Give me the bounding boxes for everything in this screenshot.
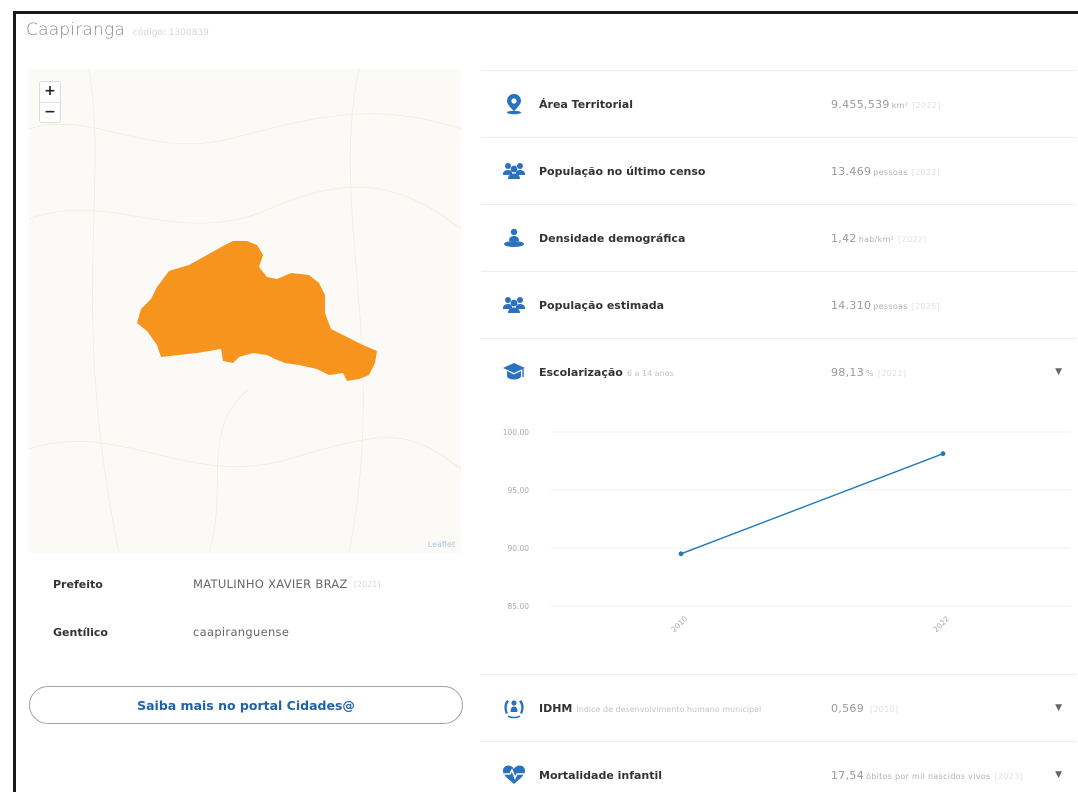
zoom-in-button[interactable]: + [40, 82, 60, 102]
value-year: [2025] [911, 301, 941, 311]
y-tick-label: 85.00 [508, 602, 530, 611]
indicator-value: 14.310 pessoas [2025] [831, 299, 940, 312]
info-label: Prefeito [53, 577, 103, 591]
indicator-escolarizacao[interactable]: Escolarização 6 a 14 anos 98,13% [2022] ▼ [481, 338, 1076, 405]
chevron-down-icon[interactable]: ▼ [1055, 770, 1062, 780]
zoom-out-button[interactable]: − [40, 102, 60, 122]
indicator-populacao-censo[interactable]: População no último censo 13.469 pessoas[… [481, 137, 1076, 204]
indicator-label: População no último censo [539, 164, 706, 178]
value-year: [2022] [877, 368, 907, 378]
info-label: Gentílico [53, 625, 108, 639]
indicator-label-text: IDHM [539, 701, 573, 715]
people-group-icon [501, 294, 527, 316]
municipality-map[interactable]: + − Leaflet [29, 69, 461, 553]
series-line [680, 453, 944, 555]
people-group-icon [501, 160, 527, 182]
value-unit: óbitos por mil nascidos vivos [866, 771, 991, 781]
y-tick-label: 100.00 [503, 428, 529, 437]
indicator-label: População estimada [539, 298, 665, 312]
chevron-down-icon[interactable]: ▼ [1055, 703, 1062, 713]
portal-cidades-button[interactable]: Saiba mais no portal Cidades@ [29, 686, 463, 724]
idhm-icon [501, 697, 527, 719]
location-pin-icon [501, 93, 527, 115]
x-tick-label: 2010 [669, 614, 689, 634]
value-unit: pessoas [873, 167, 908, 177]
value-number: 98,13 [831, 365, 864, 379]
value-year: [2023] [994, 771, 1023, 781]
value-year: [2022] [911, 167, 941, 177]
indicator-value: 98,13% [2022] [831, 366, 906, 379]
info-value: MATULINHO XAVIER BRAZ [193, 577, 348, 591]
city-code: código: 1300839 [133, 28, 209, 38]
data-point [940, 451, 946, 457]
value-unit: % [866, 368, 874, 378]
value-number: 0,569 [831, 701, 864, 715]
value-year: [2010] [870, 704, 899, 714]
indicator-value: 9.455,539 km² [2022] [831, 98, 941, 111]
heart-monitor-icon [501, 764, 527, 786]
chevron-down-icon[interactable]: ▼ [1055, 367, 1062, 377]
indicator-value: 1,42 hab/km² [2022] [831, 232, 927, 245]
indicator-populacao-estimada[interactable]: População estimada 14.310 pessoas [2025] [481, 271, 1076, 338]
indicator-label: Mortalidade infantil [539, 768, 663, 782]
escolarizacao-chart: 100.00 95.00 90.00 85.00 2010 2022 [481, 414, 1076, 674]
value-year: [2022] [912, 100, 941, 110]
indicator-label: Área Territorial [539, 97, 633, 111]
indicator-mortalidade-infantil[interactable]: Mortalidade infantil 17,54 óbitos por mil… [481, 741, 1076, 792]
density-icon [501, 227, 527, 249]
page-header: Caapiranga código: 1300839 [26, 20, 209, 40]
data-point [678, 551, 684, 557]
info-row-gentilico: Gentílico caapiranguense [53, 625, 289, 639]
value-year: [2022] [898, 234, 927, 244]
value-number: 1,42 [831, 231, 857, 245]
indicator-sublabel: Índice de desenvolvimento humano municip… [576, 704, 762, 714]
info-year: [2021] [353, 579, 381, 589]
value-number: 13.469 [831, 164, 872, 178]
indicator-label: Densidade demográfica [539, 231, 686, 245]
page-frame: Caapiranga código: 1300839 + − Leaflet P… [13, 11, 1078, 792]
value-unit: hab/km² [858, 234, 895, 244]
indicator-area-territorial[interactable]: Área Territorial 9.455,539 km² [2022] [481, 70, 1076, 137]
value-unit: pessoas [873, 301, 908, 311]
value-number: 14.310 [831, 298, 872, 312]
y-tick-label: 90.00 [508, 544, 530, 553]
indicator-value: 17,54 óbitos por mil nascidos vivos [2023] [831, 769, 1023, 782]
chart-svg: 100.00 95.00 90.00 85.00 2010 2022 [503, 428, 1071, 634]
municipality-shape[interactable] [137, 241, 377, 381]
indicator-densidade[interactable]: Densidade demográfica 1,42 hab/km² [2022] [481, 204, 1076, 271]
info-value: caapiranguense [193, 625, 290, 639]
indicator-sublabel: 6 a 14 anos [626, 368, 674, 378]
map-background [29, 69, 461, 553]
zoom-control: + − [39, 81, 61, 123]
value-number: 17,54 [831, 768, 864, 782]
indicator-value: 13.469 pessoas [2022] [831, 165, 940, 178]
indicator-idhm[interactable]: IDHM Índice de desenvolvimento humano mun… [481, 674, 1076, 741]
indicator-label-text: Escolarização [539, 365, 623, 379]
map-attribution[interactable]: Leaflet [428, 540, 455, 549]
indicator-value: 0,569 [2010] [831, 702, 898, 715]
value-number: 9.455,539 [831, 97, 890, 111]
value-unit: km² [891, 100, 909, 110]
x-tick-label: 2022 [931, 614, 951, 634]
y-tick-label: 95.00 [508, 486, 530, 495]
indicator-label: Escolarização 6 a 14 anos [539, 366, 839, 379]
page-title: Caapiranga [26, 20, 126, 40]
info-row-prefeito: Prefeito MATULINHO XAVIER BRAZ [2021] [53, 577, 380, 591]
graduation-cap-icon [501, 361, 527, 383]
indicator-label: IDHM Índice de desenvolvimento humano mun… [539, 702, 839, 715]
